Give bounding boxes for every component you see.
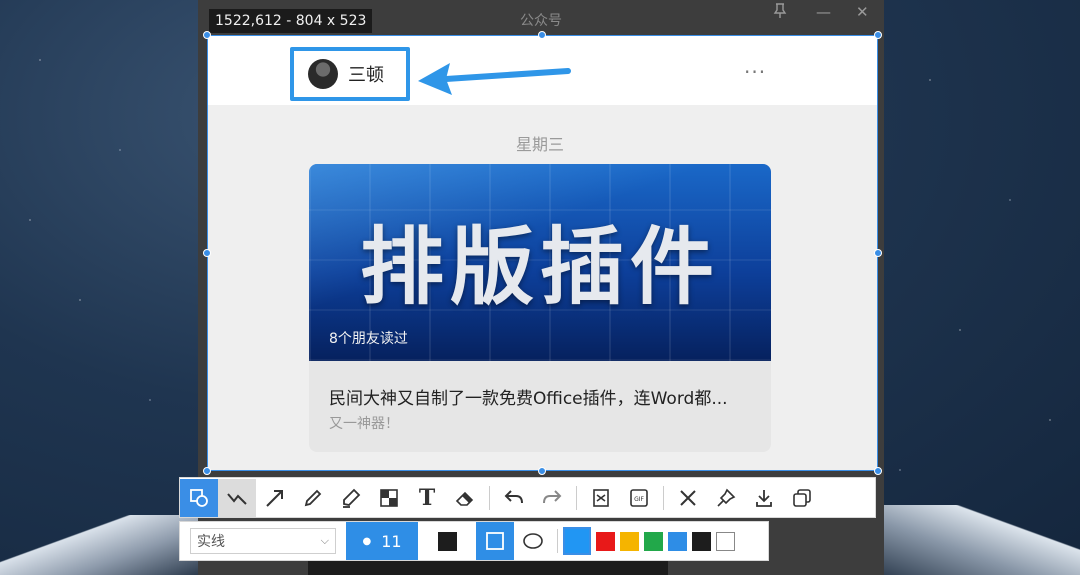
marker-icon[interactable] — [332, 479, 370, 517]
redo-icon[interactable] — [533, 479, 571, 517]
color-swatch-blue-selected[interactable] — [563, 527, 591, 555]
color-swatch-yellow[interactable] — [620, 531, 639, 551]
stroke-size-selector[interactable]: ● 11 — [346, 522, 418, 560]
line-style-select[interactable]: 实线 ⌵ — [190, 528, 336, 554]
dot-icon: ● — [362, 535, 372, 547]
article-cover-image: 排版插件 8个朋友读过 — [309, 164, 771, 361]
color-swatch-black[interactable] — [692, 531, 711, 551]
day-label: 星期三 — [515, 135, 564, 154]
article-headline: 民间大神又自制了一款免费Office插件，连Word都... — [329, 389, 728, 409]
contact-name[interactable]: 三顿 — [348, 61, 384, 87]
color-swatch-red[interactable] — [596, 531, 615, 551]
download-icon[interactable] — [745, 479, 783, 517]
toolbar-divider — [663, 485, 664, 510]
arrow-icon[interactable] — [256, 479, 294, 517]
toolbar-divider — [557, 529, 558, 553]
annotation-rectangle[interactable]: 三顿 — [290, 47, 410, 101]
annotation-arrow[interactable] — [416, 55, 576, 105]
cover-title: 排版插件 — [359, 218, 720, 316]
resize-handle[interactable] — [538, 467, 546, 475]
copy-icon[interactable] — [783, 479, 821, 517]
eraser-icon[interactable] — [446, 479, 484, 517]
pin-window-icon[interactable] — [773, 3, 787, 23]
stroke-size-value: 11 — [381, 531, 402, 551]
resize-handle[interactable] — [203, 249, 211, 257]
chevron-down-icon: ⌵ — [320, 534, 329, 547]
mosaic-icon[interactable] — [370, 479, 408, 517]
resize-handle[interactable] — [874, 31, 882, 39]
minimize-icon[interactable]: — — [816, 3, 831, 21]
ellipse-shape-icon[interactable] — [514, 522, 552, 560]
pin-icon[interactable] — [707, 479, 745, 517]
article-subtitle: 又一神器！ — [329, 416, 399, 432]
close-icon[interactable] — [669, 479, 707, 517]
line-style-value: 实线 — [197, 534, 225, 550]
color-swatch-green[interactable] — [644, 531, 663, 551]
more-icon[interactable]: ··· — [744, 60, 766, 84]
rectangle-shape-icon[interactable] — [476, 522, 514, 560]
gif-icon[interactable]: GIF — [620, 479, 658, 517]
color-swatch-white[interactable] — [716, 531, 735, 551]
svg-text:GIF: GIF — [634, 496, 644, 503]
resize-handle[interactable] — [203, 31, 211, 39]
avatar[interactable] — [308, 59, 338, 89]
wallpaper-mountain-left — [0, 515, 200, 575]
resize-handle[interactable] — [874, 467, 882, 475]
tool-options-bar: 实线 ⌵ ● 11 — [179, 521, 769, 561]
toolbar-divider — [489, 485, 490, 510]
article-card[interactable]: 排版插件 8个朋友读过 民间大神又自制了一款免费Office插件，连Word都.… — [309, 164, 771, 452]
shape-icon[interactable] — [180, 478, 218, 517]
resize-handle[interactable] — [874, 249, 882, 257]
text-icon[interactable]: T — [408, 479, 446, 517]
polyline-icon[interactable] — [218, 478, 256, 517]
pencil-icon[interactable] — [294, 479, 332, 517]
wallpaper-mountain-right — [870, 505, 1080, 575]
current-color-preview[interactable] — [418, 522, 476, 560]
capture-dimensions: 1522,612 - 804 x 523 — [209, 9, 373, 33]
dimmed-content — [308, 560, 668, 575]
ocr-icon[interactable] — [582, 479, 620, 517]
undo-icon[interactable] — [495, 479, 533, 517]
resize-handle[interactable] — [203, 467, 211, 475]
annotation-toolbar: T GIF — [179, 477, 876, 518]
close-window-icon[interactable]: ✕ — [856, 3, 869, 21]
resize-handle[interactable] — [538, 31, 546, 39]
color-swatch-blue[interactable] — [668, 531, 687, 551]
toolbar-divider — [576, 485, 577, 510]
readers-count: 8个朋友读过 — [329, 331, 408, 347]
